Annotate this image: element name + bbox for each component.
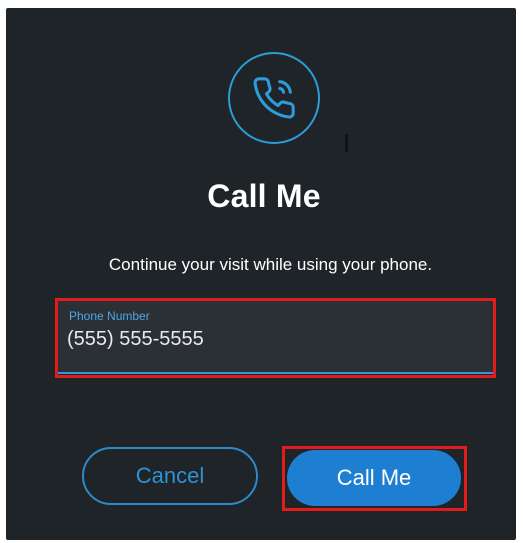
cursor-artifact — [345, 134, 348, 152]
cancel-button[interactable]: Cancel — [82, 447, 258, 505]
screenshot-frame: Call Me Continue your visit while using … — [0, 0, 523, 543]
dialog-title: Call Me — [207, 178, 321, 214]
phone-number-field[interactable]: Phone Number — [57, 300, 493, 374]
phone-icon — [228, 52, 320, 144]
phone-number-input[interactable] — [67, 328, 447, 351]
dialog-subtitle: Continue your visit while using your pho… — [108, 255, 433, 274]
call-me-button[interactable]: Call Me — [287, 450, 461, 506]
phone-number-label: Phone Number — [69, 309, 150, 323]
